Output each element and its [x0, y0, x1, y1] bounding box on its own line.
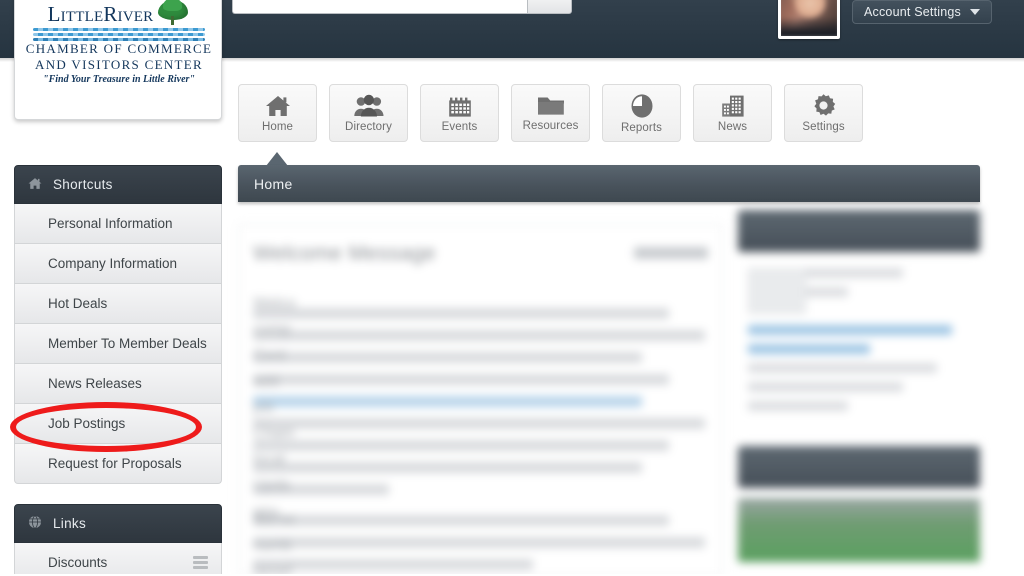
tab-settings-label: Settings	[802, 121, 845, 133]
tree-icon	[156, 0, 190, 28]
folder-icon	[537, 94, 565, 117]
welcome-panel-edit-button[interactable]	[634, 247, 708, 259]
pie-chart-icon	[630, 93, 654, 119]
avatar-photo	[781, 0, 837, 36]
tab-reports[interactable]: Reports	[602, 84, 681, 142]
right-panel-thumbnail	[748, 268, 806, 314]
globe-icon	[28, 515, 42, 532]
right-panel-image	[738, 498, 980, 562]
welcome-paragraph-2-leads: We've numb benef	[253, 511, 296, 576]
tab-resources[interactable]: Resources	[511, 84, 590, 142]
calendar-icon	[448, 94, 472, 118]
sidebar-item-label: Job Postings	[48, 416, 126, 431]
sidebar-header-shortcuts[interactable]: Shortcuts	[14, 165, 222, 204]
tab-reports-label: Reports	[621, 121, 662, 134]
tab-events-label: Events	[441, 120, 478, 133]
active-tab-caret	[266, 152, 288, 166]
tab-home[interactable]: Home	[238, 84, 317, 142]
sidebar-item-label: News Releases	[48, 376, 142, 391]
gear-icon	[811, 93, 836, 118]
logo-line-2: CHAMBER OF COMMERCE	[25, 41, 213, 56]
right-panel-header-1	[738, 210, 980, 252]
home-icon	[265, 94, 291, 118]
logo-name-row: LittleRiver	[15, 0, 221, 28]
page-header-bar: Home	[238, 165, 980, 202]
sidebar-item-discounts[interactable]: Discounts	[14, 543, 222, 576]
sidebar-item-hot-deals[interactable]: Hot Deals	[14, 284, 222, 324]
search-input[interactable]	[232, 0, 527, 14]
right-panel-body-1	[738, 262, 980, 432]
right-panel-header-2	[738, 446, 980, 488]
chevron-down-icon	[970, 9, 981, 15]
sidebar-section-links: Links Discounts	[14, 504, 222, 576]
sidebar-item-company-information[interactable]: Company Information	[14, 244, 222, 284]
tab-events[interactable]: Events	[420, 84, 499, 142]
sidebar-item-label: Company Information	[48, 256, 178, 271]
right-sidebar-panel	[738, 210, 980, 576]
main-content: Welcome Message Welco comp Cent add job …	[238, 210, 980, 576]
sidebar-header-links-label: Links	[53, 516, 87, 531]
sidebar-item-label: Personal Information	[48, 216, 173, 231]
avatar[interactable]	[778, 0, 840, 39]
logo-word-littleriver: LittleRiver	[47, 1, 154, 26]
main-nav-tabs: Home Directory Events Resources Reports …	[238, 84, 863, 142]
sidebar-item-personal-information[interactable]: Personal Information	[14, 204, 222, 244]
sidebar-item-request-for-proposals[interactable]: Request for Proposals	[14, 444, 222, 484]
sidebar-item-label: Hot Deals	[48, 296, 108, 311]
logo-line-3: AND VISITORS CENTER	[35, 57, 203, 72]
home-icon	[28, 177, 42, 193]
sidebar-item-news-releases[interactable]: News Releases	[14, 364, 222, 404]
tab-home-label: Home	[261, 120, 294, 133]
people-icon	[353, 94, 384, 118]
drag-handle-icon[interactable]	[193, 556, 208, 569]
logo-tagline: "Find Your Treasure in Little River"	[43, 74, 195, 85]
tab-directory-label: Directory	[345, 120, 392, 133]
tab-resources-label: Resources	[522, 120, 579, 132]
account-settings-button[interactable]: Account Settings	[852, 0, 993, 24]
sidebar-header-shortcuts-label: Shortcuts	[53, 177, 113, 192]
page-title: Home	[254, 175, 293, 192]
app-screen: Account Settings LittleRiver CHAMBER OF …	[0, 0, 1024, 576]
sidebar-item-member-to-member-deals[interactable]: Member To Member Deals	[14, 324, 222, 364]
sidebar-header-links[interactable]: Links	[14, 504, 222, 543]
account-settings-label: Account Settings	[864, 5, 962, 19]
logo: LittleRiver CHAMBER OF COMMERCE AND VISI…	[15, 0, 221, 85]
sidebar-item-label: Request for Proposals	[48, 456, 182, 471]
welcome-message-panel: Welcome Message Welco comp Cent add job …	[238, 224, 723, 576]
tab-news-label: News	[717, 120, 748, 133]
search-button[interactable]	[527, 0, 572, 14]
search-container	[232, 0, 572, 14]
sidebar-item-label: Discounts	[48, 555, 108, 570]
sidebar-item-label: Member To Member Deals	[48, 336, 207, 351]
buildings-icon	[720, 94, 746, 118]
tab-news[interactable]: News	[693, 84, 772, 142]
waves-graphic	[33, 28, 205, 41]
welcome-paragraph-1-leads: Welco comp Cent add job Cham local Upda …	[253, 295, 296, 520]
logo-card[interactable]: LittleRiver CHAMBER OF COMMERCE AND VISI…	[14, 0, 222, 120]
sidebar-section-shortcuts: Shortcuts Personal Information Company I…	[14, 165, 222, 484]
tab-directory[interactable]: Directory	[329, 84, 408, 142]
tab-settings[interactable]: Settings	[784, 84, 863, 142]
sidebar-item-job-postings[interactable]: Job Postings	[14, 404, 222, 444]
